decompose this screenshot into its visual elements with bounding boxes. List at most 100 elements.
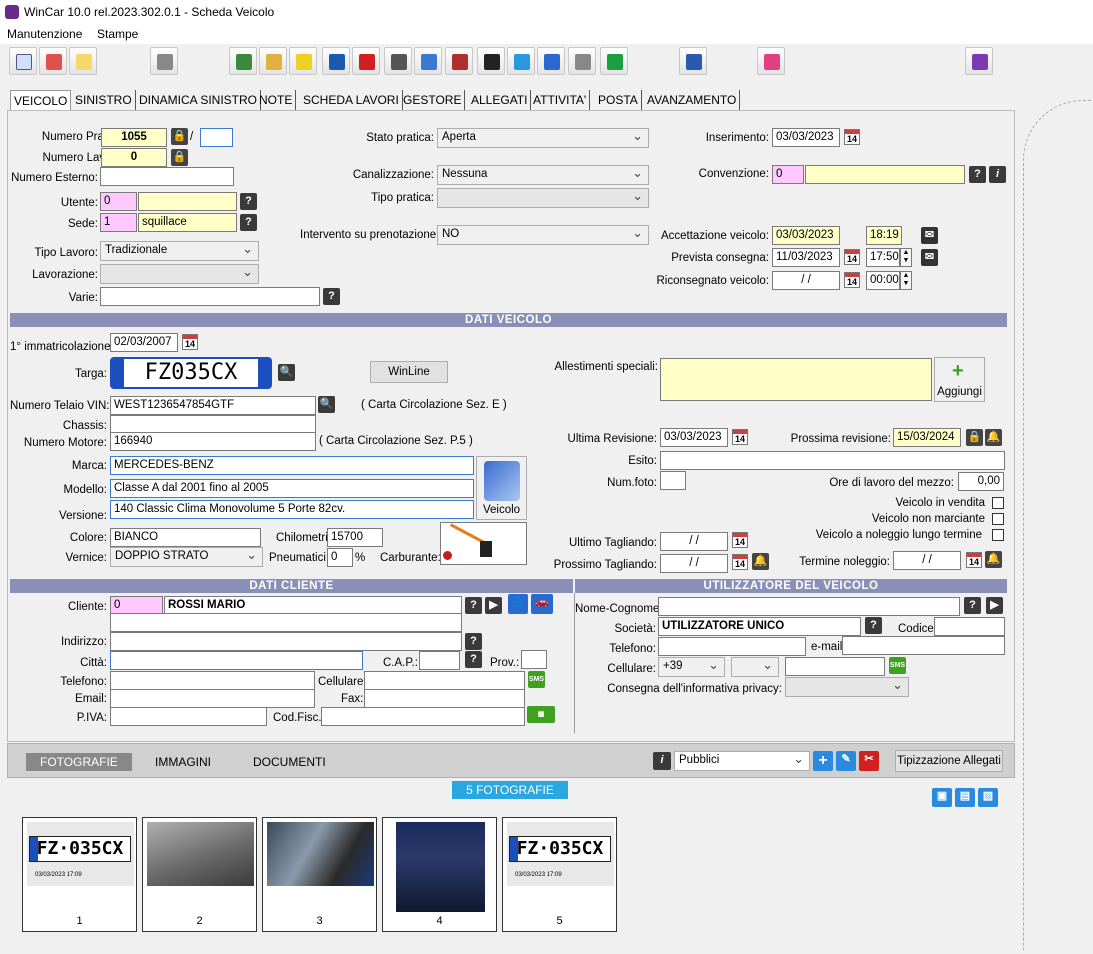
telefono-utilizzatore-field[interactable] <box>658 637 806 656</box>
telaio-field[interactable]: WEST1236547854GTF <box>110 396 316 415</box>
immatricolazione-field[interactable]: 02/03/2007 <box>110 333 178 352</box>
sms-icon[interactable]: SMS <box>528 671 545 688</box>
targa-plate-field[interactable]: FZ035CX <box>110 357 272 389</box>
print-button[interactable] <box>150 47 178 75</box>
search-icon[interactable]: 🔍 <box>278 364 295 381</box>
calendar-icon[interactable]: 14 <box>844 272 860 288</box>
indirizzo-field[interactable] <box>110 632 462 651</box>
cart-button[interactable] <box>537 47 565 75</box>
info-icon[interactable]: i <box>653 752 671 770</box>
nome-cognome-field[interactable] <box>658 597 960 616</box>
tessera-sanitaria-icon[interactable]: ▦ <box>527 706 555 723</box>
vernice-select[interactable]: DOPPIO STRATO <box>110 547 263 567</box>
termine-noleggio-field[interactable]: / / <box>893 551 961 570</box>
tab-immagini[interactable]: IMMAGINI <box>141 753 225 771</box>
visibility-select[interactable]: Pubblici <box>674 751 810 771</box>
tipo-lavoro-select[interactable]: Tradizionale <box>100 241 259 261</box>
tab-posta[interactable]: POSTA <box>595 90 642 110</box>
camera-icon[interactable]: ▣ <box>932 788 952 807</box>
tab-fotografie[interactable]: FOTOGRAFIE <box>26 753 132 771</box>
help-icon[interactable]: ? <box>323 288 340 305</box>
veicolo-button[interactable]: Veicolo <box>476 456 527 520</box>
first-aid-button[interactable] <box>352 47 380 75</box>
canalizzazione-select[interactable]: Nessuna <box>437 165 649 185</box>
car-button[interactable] <box>322 47 350 75</box>
help-icon[interactable]: ? <box>969 166 986 183</box>
bell-icon[interactable]: 🔔 <box>985 551 1002 568</box>
photo-thumbnail[interactable]: 2 <box>142 817 257 932</box>
tab-note[interactable]: NOTE <box>256 90 297 110</box>
bell-icon[interactable]: 🔔 <box>752 553 769 570</box>
banana-button[interactable] <box>289 47 317 75</box>
search-icon[interactable]: 🔍 <box>318 396 335 413</box>
tab-attivita[interactable]: ATTIVITA' <box>530 90 591 110</box>
prefisso-select[interactable]: +39 <box>658 657 725 677</box>
cars-icon[interactable]: 🚗 <box>531 594 553 614</box>
email-utilizzatore-field[interactable] <box>842 636 1005 655</box>
calendar-icon[interactable]: 14 <box>732 429 748 445</box>
lock-icon[interactable]: 🔒 <box>171 128 188 145</box>
sede-name-field[interactable]: squillace <box>138 213 237 232</box>
winline-button[interactable]: WinLine <box>370 361 448 383</box>
numfoto-field[interactable] <box>660 471 686 490</box>
photo-thumbnail[interactable]: FZ·035CX 03/03/2023 17:09 1 <box>22 817 137 932</box>
person-card-icon[interactable]: 👤 <box>508 594 528 614</box>
ore-lavoro-field[interactable]: 0,00 <box>958 472 1004 491</box>
calendar-icon[interactable]: 14 <box>182 334 198 350</box>
privacy-select[interactable] <box>785 677 909 697</box>
help-icon[interactable]: ? <box>865 617 882 634</box>
menu-manutenzione[interactable]: Manutenzione <box>7 27 82 41</box>
citta-field[interactable] <box>110 651 363 670</box>
utente-code-field[interactable]: 0 <box>100 192 137 211</box>
calendar-icon[interactable]: 14 <box>966 552 982 568</box>
camera-button[interactable] <box>384 47 412 75</box>
piva-field[interactable] <box>110 707 267 726</box>
allestimenti-field[interactable] <box>660 358 932 401</box>
menu-stampe[interactable]: Stampe <box>97 27 138 41</box>
tab-allegati[interactable]: ALLEGATI <box>468 90 532 110</box>
help-icon[interactable]: ? <box>465 597 482 614</box>
sms-icon[interactable]: SMS <box>889 657 906 674</box>
time-spinner[interactable]: ▲ ▼ <box>900 248 912 267</box>
prossima-revisione-field[interactable]: 15/03/2024 <box>893 428 961 447</box>
sede-code-field[interactable]: 1 <box>100 213 137 232</box>
in-vendita-checkbox[interactable] <box>992 497 1004 509</box>
prevista-ora-field[interactable]: 17:50 <box>866 248 900 267</box>
search-document-button[interactable] <box>69 47 97 75</box>
convenzione-code-field[interactable]: 0 <box>772 165 804 184</box>
calendar-icon[interactable]: 14 <box>844 129 860 145</box>
utente-name-field[interactable] <box>138 192 237 211</box>
help-icon[interactable]: ? <box>240 214 257 231</box>
prenotazione-select[interactable]: NO <box>437 225 649 245</box>
societa-field[interactable]: UTILIZZATORE UNICO <box>658 617 861 636</box>
edit-pencil-icon[interactable]: ✎ <box>836 751 856 771</box>
colore-field[interactable]: BIANCO <box>110 528 261 547</box>
calendar-icon[interactable]: 14 <box>844 249 860 265</box>
wrench-cross-button[interactable] <box>568 47 596 75</box>
lock-icon[interactable]: 🔒 <box>966 429 983 446</box>
numero-esterno-field[interactable] <box>100 167 234 186</box>
versione-field[interactable]: 140 Classic Clima Monovolume 5 Porte 82c… <box>110 500 474 519</box>
motore-field[interactable]: 166940 <box>110 432 316 451</box>
prossimo-tagliando-field[interactable]: / / <box>660 554 728 573</box>
tipizzazione-allegati-button[interactable]: Tipizzazione Allegati <box>895 750 1003 772</box>
calendar-icon[interactable]: 14 <box>732 532 748 548</box>
fuel-gauge[interactable] <box>440 522 527 565</box>
accettazione-ora-field[interactable]: 18:19 <box>866 226 902 245</box>
fax-field[interactable] <box>364 689 525 708</box>
email-field[interactable] <box>110 689 315 708</box>
photo-thumbnail[interactable]: 4 <box>382 817 497 932</box>
ultimo-tagliando-field[interactable]: / / <box>660 532 728 551</box>
delete-scissors-icon[interactable]: ✂ <box>859 751 879 771</box>
help-icon[interactable]: ? <box>240 193 257 210</box>
print-icon[interactable]: ▤ <box>955 788 975 807</box>
help-icon[interactable]: ? <box>465 651 482 668</box>
lock-icon[interactable]: 🔒 <box>171 149 188 166</box>
cliente-extra-field[interactable] <box>110 613 462 632</box>
noleggio-checkbox[interactable] <box>992 529 1004 541</box>
tab-documenti[interactable]: DOCUMENTI <box>239 753 340 771</box>
card-reader-button[interactable] <box>679 47 707 75</box>
euro-button[interactable] <box>600 47 628 75</box>
codice-field[interactable] <box>934 617 1005 636</box>
codfisc-field[interactable] <box>321 707 525 726</box>
